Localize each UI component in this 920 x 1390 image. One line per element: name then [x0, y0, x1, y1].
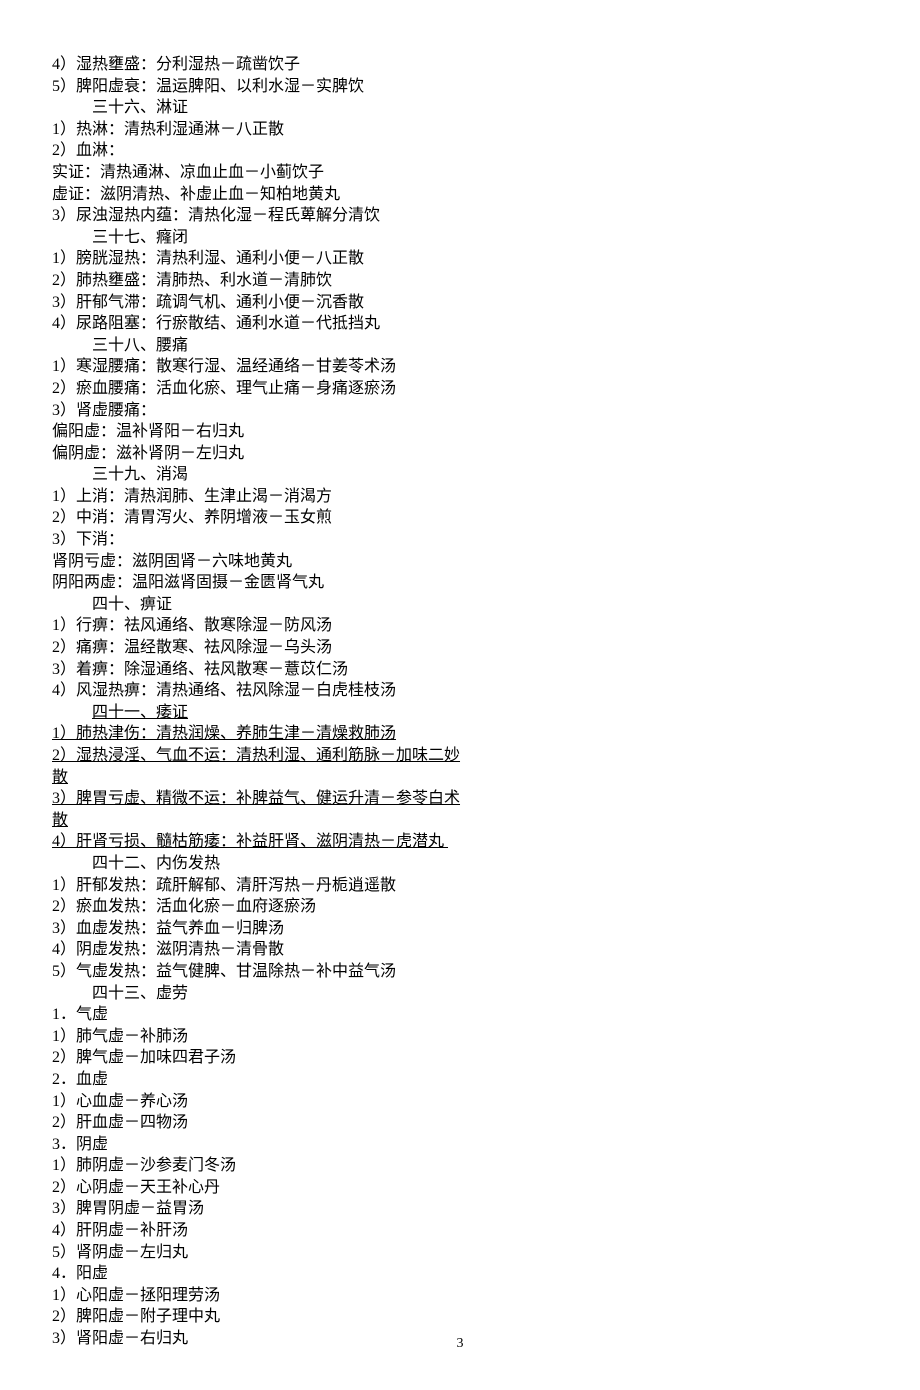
text-line: 4）风湿热痹：清热通络、祛风除湿－白虎桂枝汤 — [52, 680, 860, 702]
text-line: 2）肝血虚－四物汤 — [52, 1112, 860, 1134]
text-line: 2）痛痹：温经散寒、祛风除湿－乌头汤 — [52, 637, 860, 659]
text-line: 四十三、虚劳 — [52, 983, 860, 1005]
text-line: 2．血虚 — [52, 1069, 860, 1091]
text-line: 散 — [52, 810, 860, 832]
text-line: 3）尿浊湿热内蕴：清热化湿－程氏萆解分清饮 — [52, 205, 860, 227]
text-line: 3）脾胃亏虚、精微不运：补脾益气、健运升清－参苓白术 — [52, 788, 860, 810]
text-line: 1）热淋：清热利湿通淋－八正散 — [52, 119, 860, 141]
text-line: 3）脾胃阴虚－益胃汤 — [52, 1198, 860, 1220]
text-line: 三十九、消渴 — [52, 464, 860, 486]
text-line: 偏阴虚：滋补肾阴－左归丸 — [52, 443, 860, 465]
text-line: 3）下消： — [52, 529, 860, 551]
text-line: 2）脾气虚－加味四君子汤 — [52, 1047, 860, 1069]
text-line: 1）心阳虚－拯阳理劳汤 — [52, 1285, 860, 1307]
text-line: 2）湿热浸淫、气血不运：清热利湿、通利筋脉－加味二妙 — [52, 745, 860, 767]
text-line: 2）瘀血腰痛：活血化瘀、理气止痛－身痛逐瘀汤 — [52, 378, 860, 400]
text-line: 4）尿路阻塞：行瘀散结、通利水道－代抵挡丸 — [52, 313, 860, 335]
text-line: 4）肝阴虚－补肝汤 — [52, 1220, 860, 1242]
text-line: 3．阴虚 — [52, 1134, 860, 1156]
text-line: 偏阳虚：温补肾阳－右归丸 — [52, 421, 860, 443]
text-line: 4）湿热壅盛：分利湿热－疏凿饮子 — [52, 54, 860, 76]
text-line: 实证：清热通淋、凉血止血－小蓟饮子 — [52, 162, 860, 184]
text-line: 1）肝郁发热：疏肝解郁、清肝泻热－丹栀逍遥散 — [52, 875, 860, 897]
text-line: 1）寒湿腰痛：散寒行湿、温经通络－甘姜苓术汤 — [52, 356, 860, 378]
text-line: 1）行痹：祛风通络、散寒除湿－防风汤 — [52, 615, 860, 637]
text-line: 2）脾阳虚－附子理中丸 — [52, 1306, 860, 1328]
text-line: 2）中消：清胃泻火、养阴增液－玉女煎 — [52, 507, 860, 529]
text-line: 3）着痹：除湿通络、祛风散寒－薏苡仁汤 — [52, 659, 860, 681]
text-line: 1）心血虚－养心汤 — [52, 1091, 860, 1113]
page-number: 3 — [0, 1335, 920, 1354]
text-line: 3）肝郁气滞：疏调气机、通利小便－沉香散 — [52, 292, 860, 314]
text-line: 1）肺热津伤：清热润燥、养肺生津－清燥救肺汤 — [52, 723, 860, 745]
body-text: 4）湿热壅盛：分利湿热－疏凿饮子5）脾阳虚衰：温运脾阳、以利水湿－实脾饮三十六、… — [52, 54, 860, 1350]
text-line: 5）肾阴虚－左归丸 — [52, 1242, 860, 1264]
text-line: 肾阴亏虚：滋阴固肾－六味地黄丸 — [52, 551, 860, 573]
text-line: 4）阴虚发热：滋阴清热－清骨散 — [52, 939, 860, 961]
text-line: 四十、痹证 — [52, 594, 860, 616]
text-line: 2）心阴虚－天王补心丹 — [52, 1177, 860, 1199]
text-line: 虚证：滋阴清热、补虚止血－知柏地黄丸 — [52, 184, 860, 206]
text-line: 1．气虚 — [52, 1004, 860, 1026]
text-line: 四十二、内伤发热 — [52, 853, 860, 875]
text-line: 1）肺阴虚－沙参麦门冬汤 — [52, 1155, 860, 1177]
document-page: 4）湿热壅盛：分利湿热－疏凿饮子5）脾阳虚衰：温运脾阳、以利水湿－实脾饮三十六、… — [0, 0, 920, 1390]
text-line: 5）气虚发热：益气健脾、甘温除热－补中益气汤 — [52, 961, 860, 983]
text-line: 1）肺气虚－补肺汤 — [52, 1026, 860, 1048]
text-line: 2）肺热壅盛：清肺热、利水道－清肺饮 — [52, 270, 860, 292]
text-line: 4）肝肾亏损、髓枯筋痿：补益肝肾、滋阴清热－虎潜丸 — [52, 831, 860, 853]
text-line: 阴阳两虚：温阳滋肾固摄－金匮肾气丸 — [52, 572, 860, 594]
text-line: 四十一、痿证 — [52, 702, 860, 724]
text-line: 1）上消：清热润肺、生津止渴－消渴方 — [52, 486, 860, 508]
text-line: 2）瘀血发热：活血化瘀－血府逐瘀汤 — [52, 896, 860, 918]
text-line: 散 — [52, 767, 860, 789]
text-line: 三十八、腰痛 — [52, 335, 860, 357]
text-line: 三十六、淋证 — [52, 97, 860, 119]
text-line: 3）肾虚腰痛： — [52, 400, 860, 422]
text-line: 4．阳虚 — [52, 1263, 860, 1285]
text-line: 2）血淋： — [52, 140, 860, 162]
text-line: 3）血虚发热：益气养血－归脾汤 — [52, 918, 860, 940]
text-line: 1）膀胱湿热：清热利湿、通利小便－八正散 — [52, 248, 860, 270]
text-line: 5）脾阳虚衰：温运脾阳、以利水湿－实脾饮 — [52, 76, 860, 98]
text-line: 三十七、癃闭 — [52, 227, 860, 249]
